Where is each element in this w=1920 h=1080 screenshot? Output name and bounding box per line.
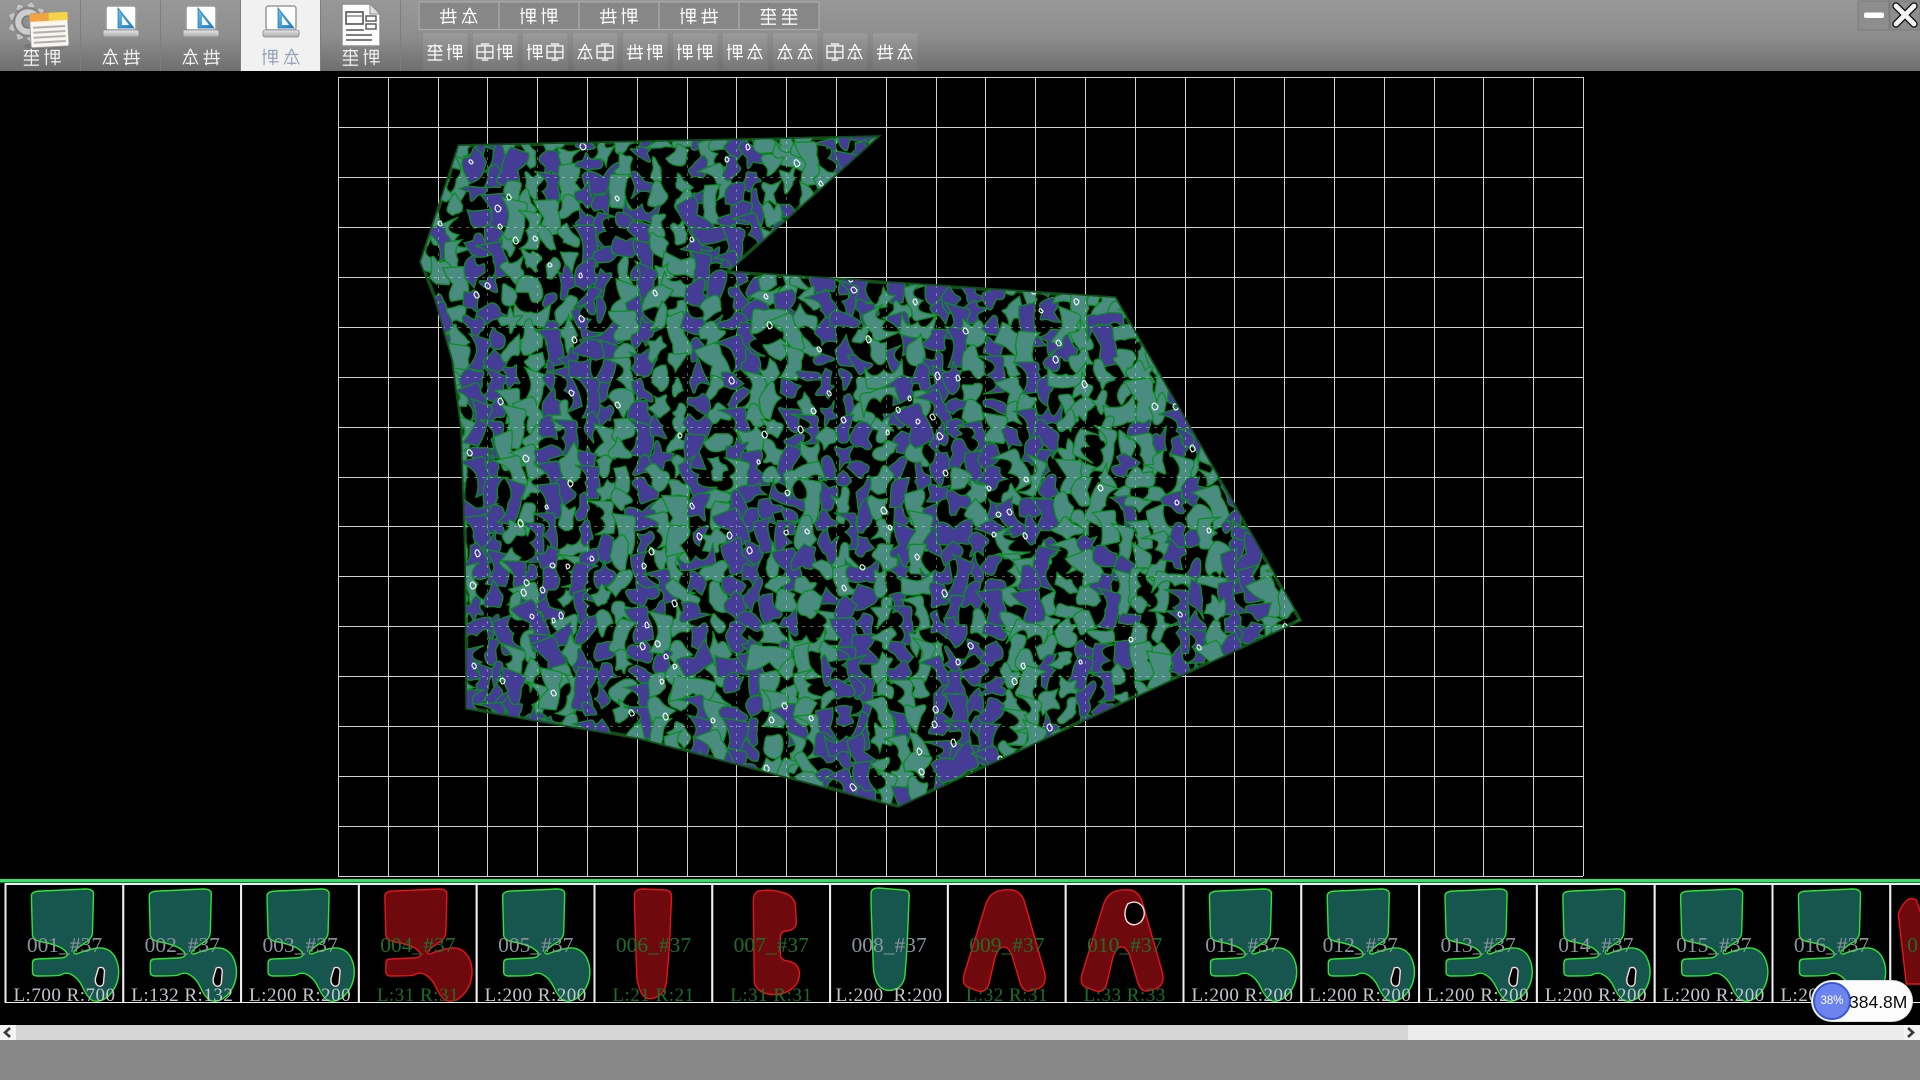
svg-text:003_#37: 003_#37 [262,933,338,957]
svg-text:011_#37: 011_#37 [1205,933,1280,957]
svg-text:001_#37: 001_#37 [27,933,103,957]
svg-text:015_#37: 015_#37 [1676,933,1752,957]
svg-text:0: 0 [1907,933,1918,957]
svg-text:006_#37: 006_#37 [616,933,692,957]
svg-text:012_#37: 012_#37 [1323,933,1399,957]
svg-text:008_#37: 008_#37 [851,933,927,957]
svg-text:013_#37: 013_#37 [1440,933,1516,957]
svg-text:004_#37: 004_#37 [380,933,456,957]
svg-text:014_#37: 014_#37 [1558,933,1634,957]
svg-text:009_#37: 009_#37 [969,933,1045,957]
svg-text:010_#37: 010_#37 [1087,933,1163,957]
svg-text:007_#37: 007_#37 [734,933,810,957]
svg-text:016_#37: 016_#37 [1794,933,1870,957]
svg-text:002_#37: 002_#37 [145,933,221,957]
svg-text:005_#37: 005_#37 [498,933,574,957]
